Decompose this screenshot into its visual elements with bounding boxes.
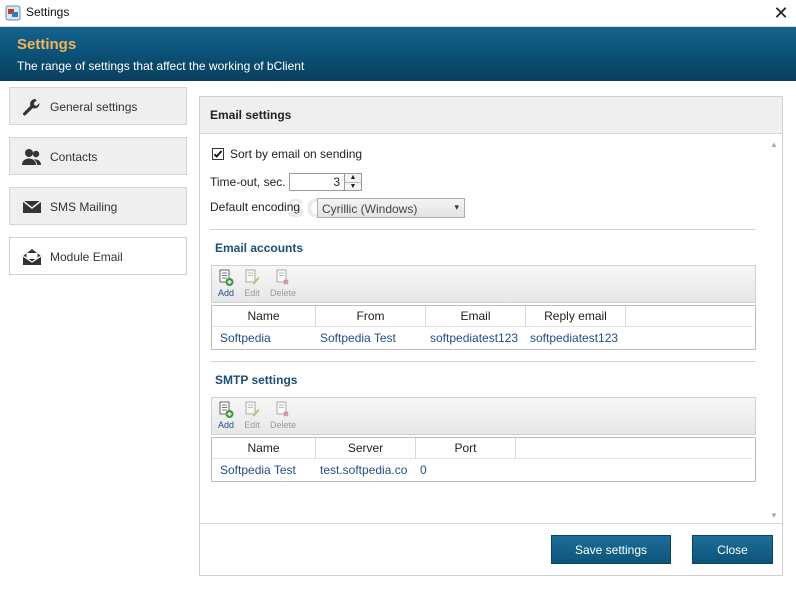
add-label: Add: [217, 420, 234, 430]
header-divider: [212, 458, 753, 459]
save-settings-button[interactable]: Save settings: [551, 535, 671, 564]
edit-smtp-button[interactable]: Edit: [238, 401, 266, 430]
timeout-label: Time-out, sec.: [210, 175, 286, 189]
cell-email: softpediatest123: [430, 331, 519, 345]
header-title: Settings: [17, 36, 77, 53]
sidebar-item-label: General settings: [50, 100, 138, 114]
sidebar-item-label: SMS Mailing: [50, 200, 118, 214]
add-account-button[interactable]: Add: [212, 269, 240, 298]
delete-label: Delete: [269, 420, 296, 430]
footer-divider: [200, 523, 782, 524]
cell-name: Softpedia: [220, 331, 271, 345]
header-subtitle: The range of settings that affect the wo…: [17, 59, 305, 73]
spin-up-icon[interactable]: ▲: [345, 174, 361, 183]
cell-port: 0: [420, 463, 427, 477]
cell-reply-email: softpediatest123: [530, 331, 619, 345]
column-header-server[interactable]: Server: [316, 438, 416, 458]
smtp-settings-title: SMTP settings: [215, 373, 298, 387]
people-icon: [22, 148, 42, 166]
sidebar-item-sms-mailing[interactable]: SMS Mailing: [9, 187, 187, 225]
sidebar-item-label: Contacts: [50, 150, 98, 164]
edit-label: Edit: [244, 288, 260, 298]
delete-label: Delete: [269, 288, 296, 298]
header-divider: [212, 326, 753, 327]
column-header-email[interactable]: Email: [426, 306, 526, 326]
smtp-toolbar: Add Edit Delete: [211, 397, 756, 435]
edit-icon: [245, 401, 260, 417]
cell-from: Softpedia Test: [320, 331, 396, 345]
column-header-port[interactable]: Port: [416, 438, 516, 458]
chevron-down-icon: ▾: [454, 202, 459, 212]
edit-label: Edit: [244, 420, 260, 430]
column-header-from[interactable]: From: [316, 306, 426, 326]
add-icon: [219, 401, 234, 418]
close-button[interactable]: Close: [692, 535, 773, 564]
column-header-reply-email[interactable]: Reply email: [526, 306, 626, 326]
scroll-up-icon[interactable]: ▲: [770, 140, 778, 149]
email-accounts-toolbar: Add Edit Delete: [211, 265, 756, 303]
delete-account-button[interactable]: Delete: [269, 269, 297, 298]
sidebar-item-label: Module Email: [50, 250, 123, 264]
sidebar-item-module-email[interactable]: Module Email: [9, 237, 187, 275]
smtp-table: Name Server Port Softpedia Test test.sof…: [211, 437, 756, 482]
open-envelope-icon: [22, 248, 42, 266]
email-accounts-title: Email accounts: [215, 241, 304, 255]
panel-title: Email settings: [210, 108, 292, 122]
encoding-select[interactable]: Cyrillic (Windows) ▾: [317, 198, 465, 218]
header-banner: Settings The range of settings that affe…: [0, 27, 796, 81]
sidebar-item-contacts[interactable]: Contacts: [9, 137, 187, 175]
window-title: Settings: [26, 5, 70, 19]
delete-icon: [276, 401, 289, 417]
sort-by-email-label: Sort by email on sending: [230, 147, 363, 161]
sidebar-item-general-settings[interactable]: General settings: [9, 87, 187, 125]
divider: [210, 361, 756, 362]
encoding-label: Default encoding: [210, 200, 301, 214]
edit-icon: [245, 269, 260, 285]
encoding-value: Cyrillic (Windows): [322, 202, 418, 216]
edit-account-button[interactable]: Edit: [238, 269, 266, 298]
title-bar: [0, 0, 796, 27]
cell-server: test.softpedia.com: [320, 463, 408, 477]
scroll-down-icon[interactable]: ▼: [770, 511, 778, 520]
spin-down-icon[interactable]: ▼: [345, 183, 361, 191]
sort-by-email-checkbox[interactable]: [212, 148, 224, 160]
add-label: Add: [217, 288, 234, 298]
email-accounts-table: Name From Email Reply email Softpedia So…: [211, 305, 756, 350]
divider: [210, 229, 756, 230]
cell-name: Softpedia Test: [220, 463, 296, 477]
delete-icon: [276, 269, 289, 285]
app-icon: [5, 5, 21, 21]
add-smtp-button[interactable]: Add: [212, 401, 240, 430]
wrench-icon: [22, 98, 42, 116]
delete-smtp-button[interactable]: Delete: [269, 401, 297, 430]
timeout-spinner[interactable]: ▲ ▼: [345, 173, 362, 191]
envelope-icon: [22, 198, 42, 216]
column-header-name[interactable]: Name: [212, 306, 316, 326]
checkmark-icon: [213, 150, 223, 158]
column-header-name[interactable]: Name: [212, 438, 316, 458]
window-close-button[interactable]: ✕: [770, 1, 792, 25]
add-icon: [219, 269, 234, 286]
timeout-input[interactable]: 3: [289, 173, 345, 191]
